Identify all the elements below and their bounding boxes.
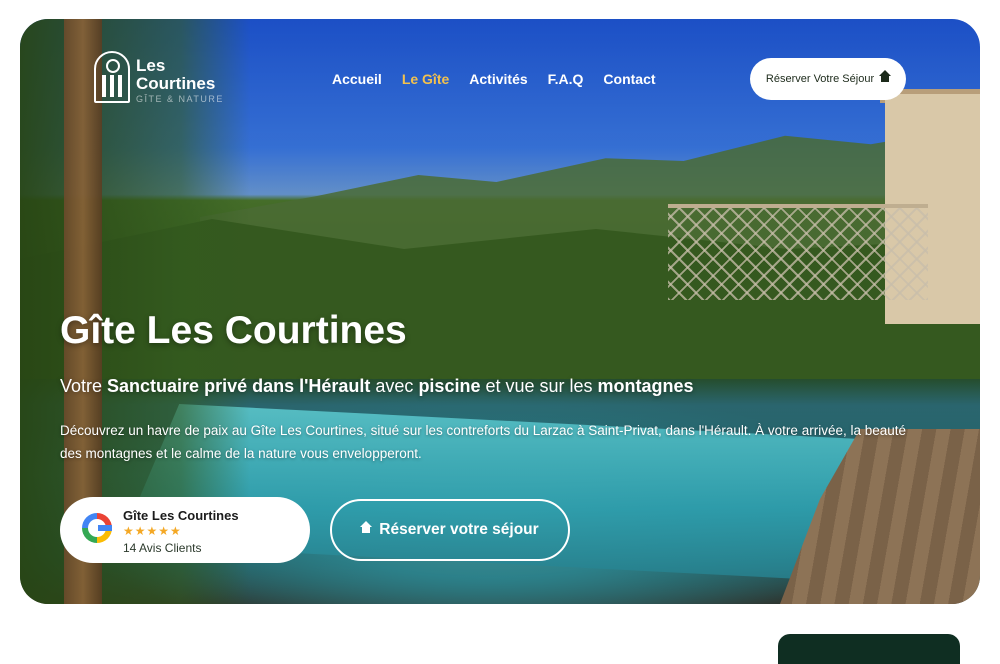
site-logo[interactable]: Les Courtines GÎTE & NATURE <box>94 49 234 109</box>
home-icon <box>879 69 892 84</box>
google-review-badge[interactable]: Gîte Les Courtines ★★★★★ 14 Avis Clients <box>60 497 310 563</box>
star-rating: ★★★★★ <box>123 524 182 538</box>
nav-activites[interactable]: Activités <box>469 71 527 87</box>
subtitle-part: Votre <box>60 376 108 396</box>
hero-subtitle: Votre Sanctuaire privé dans l'Hérault av… <box>60 375 694 397</box>
logo-text-line1: Les <box>136 56 166 75</box>
header-reserve-button[interactable]: Réserver Votre Séjour <box>750 58 906 100</box>
subtitle-part: et vue sur les <box>480 376 598 396</box>
garden-trellis <box>668 204 928 300</box>
hero-title: Gîte Les Courtines <box>60 309 407 352</box>
reserve-stay-label: Réserver votre séjour <box>379 521 539 538</box>
logo-subtitle: GÎTE & NATURE <box>136 94 224 104</box>
header-reserve-label: Réserver Votre Séjour <box>765 73 875 85</box>
review-count: 14 Avis Clients <box>123 541 202 555</box>
subtitle-bold: montagnes <box>597 376 694 396</box>
nav-accueil[interactable]: Accueil <box>332 71 382 87</box>
review-name: Gîte Les Courtines <box>123 508 239 523</box>
nav-le-gite[interactable]: Le Gîte <box>402 71 449 87</box>
logo-text-line2: Courtines <box>136 74 216 93</box>
nav-contact[interactable]: Contact <box>603 71 655 87</box>
main-nav: Accueil Le Gîte Activités F.A.Q Contact <box>332 71 656 87</box>
subtitle-part: avec <box>370 376 419 396</box>
logo-icon <box>94 51 130 103</box>
home-icon <box>360 520 373 535</box>
hero-description: Découvrez un havre de paix au Gîte Les C… <box>60 423 907 461</box>
nav-faq[interactable]: F.A.Q <box>548 71 584 87</box>
hero-banner: Les Courtines GÎTE & NATURE Accueil Le G… <box>20 19 980 604</box>
google-icon-bar <box>98 525 112 531</box>
subtitle-bold: Sanctuaire privé dans l'Hérault <box>107 376 371 396</box>
reserve-stay-button[interactable]: Réserver votre séjour <box>330 499 570 561</box>
subtitle-bold: piscine <box>418 376 481 396</box>
floating-dark-panel[interactable] <box>778 634 960 664</box>
